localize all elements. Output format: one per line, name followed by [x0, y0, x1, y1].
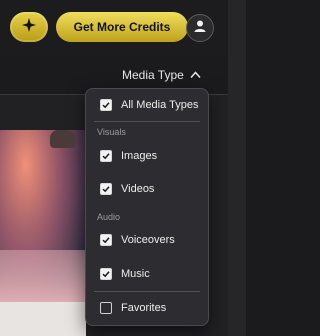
media-thumbnail[interactable]: [0, 130, 86, 302]
section-audio-label: Audio: [97, 212, 121, 222]
music-label: Music: [121, 268, 150, 280]
get-more-credits-label: Get More Credits: [73, 20, 171, 34]
sparkle-icon: [22, 17, 36, 37]
dropdown-divider: [94, 121, 200, 122]
videos-label: Videos: [121, 183, 155, 195]
voiceovers-checkbox[interactable]: [100, 234, 112, 246]
images-checkbox[interactable]: [100, 150, 112, 162]
section-visuals-label: Visuals: [97, 127, 126, 137]
videos-checkbox[interactable]: [100, 183, 112, 195]
user-avatar-button[interactable]: [186, 14, 214, 42]
music-checkbox[interactable]: [100, 268, 112, 280]
images-label: Images: [121, 150, 158, 162]
media-type-label: Media Type: [122, 68, 184, 82]
option-music[interactable]: Music: [86, 261, 208, 287]
chevron-up-icon: [190, 68, 201, 82]
option-images[interactable]: Images: [86, 143, 208, 169]
top-bar: Get More Credits: [0, 0, 246, 56]
option-videos[interactable]: Videos: [86, 176, 208, 202]
media-type-dropdown: All Media Types Visuals Images Videos Au…: [85, 88, 209, 326]
dropdown-divider: [94, 291, 200, 292]
media-type-filter[interactable]: Media Type: [122, 66, 206, 84]
all-media-types-label: All Media Types: [121, 99, 199, 111]
sparkle-button[interactable]: [10, 12, 48, 42]
voiceovers-label: Voiceovers: [121, 234, 175, 246]
right-scroll-rail: [228, 0, 246, 336]
option-favorites[interactable]: Favorites: [86, 295, 208, 321]
get-more-credits-button[interactable]: Get More Credits: [56, 12, 188, 42]
all-media-types-checkbox[interactable]: [100, 99, 112, 111]
user-icon: [193, 19, 207, 38]
media-thumbnail-bottom: [0, 302, 86, 336]
favorites-label: Favorites: [121, 302, 167, 314]
favorites-checkbox[interactable]: [100, 302, 112, 314]
option-voiceovers[interactable]: Voiceovers: [86, 227, 208, 253]
option-all-media-types[interactable]: All Media Types: [86, 92, 208, 118]
thumbnail-figure: [50, 130, 76, 148]
